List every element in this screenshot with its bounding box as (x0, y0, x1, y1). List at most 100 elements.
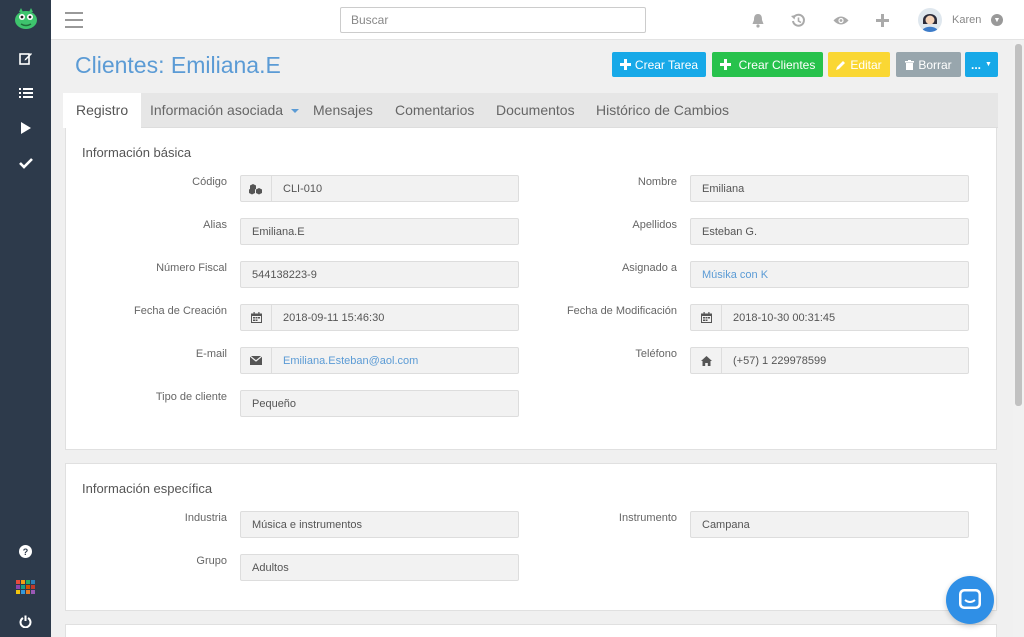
asignado-field[interactable]: Músika con K (690, 261, 969, 288)
delete-label: Borrar (918, 57, 952, 72)
app-logo-icon[interactable] (13, 6, 39, 30)
sidebar: ? (0, 0, 51, 637)
cubes-icon (241, 176, 272, 201)
section-title: Información específica (82, 481, 213, 496)
email-link[interactable]: Emiliana.Esteban@aol.com (272, 355, 418, 367)
fecha-modificacion-field[interactable]: 2018-10-30 00:31:45 (690, 304, 969, 331)
history-icon[interactable] (789, 11, 807, 29)
record-tabs: Registro Información asociada Mensajes C… (63, 93, 998, 128)
page-title: Clientes: Emiliana.E (75, 52, 281, 78)
scrollbar-thumb[interactable] (1015, 44, 1022, 406)
plus-icon (619, 59, 631, 70)
field-label: Grupo (196, 555, 227, 567)
field-label: Asignado a (621, 262, 677, 274)
tab-mensajes[interactable]: Mensajes (313, 93, 373, 128)
home-icon (691, 348, 722, 373)
field-label: Fecha de Creación (134, 305, 227, 317)
field-label: Tipo de cliente (155, 391, 227, 403)
field-value: Emiliana.E (252, 225, 305, 238)
alias-field[interactable]: Emiliana.E (240, 218, 519, 245)
more-actions-button[interactable]: ... ▼ (965, 52, 998, 77)
edit-button[interactable]: Editar (828, 52, 890, 77)
tab-historico[interactable]: Histórico de Cambios (596, 93, 729, 128)
plus-icon[interactable] (873, 11, 891, 29)
apellidos-field[interactable]: Esteban G. (690, 218, 969, 245)
nombre-field[interactable]: Emiliana (690, 175, 969, 202)
caret-down-icon: ▼ (985, 61, 992, 68)
field-value: (+57) 1 229978599 (733, 354, 827, 367)
tab-registro[interactable]: Registro (63, 93, 142, 128)
create-task-label: Crear Tarea (634, 57, 699, 72)
field-label: Número Fiscal (156, 262, 227, 274)
more-label: ... (971, 57, 982, 72)
instrumento-field[interactable]: Campana (690, 511, 969, 538)
calendar-icon (241, 305, 272, 330)
help-icon[interactable]: ? (0, 536, 51, 566)
telefono-field[interactable]: (+57) 1 229978599 (690, 347, 969, 374)
create-client-label: Crear Clientes (738, 57, 816, 72)
username[interactable]: Karen (952, 14, 981, 26)
field-value: 2018-09-11 15:46:30 (283, 311, 385, 324)
plus-icon (719, 59, 731, 70)
field-label: Instrumento (618, 512, 677, 524)
envelope-icon (241, 348, 272, 373)
tab-informacion-asociada[interactable]: Información asociada (150, 93, 300, 128)
tab-label: Información asociada (150, 102, 284, 118)
email-field[interactable]: Emiliana.Esteban@aol.com (240, 347, 519, 374)
chevron-down-icon[interactable]: ▼ (991, 14, 1003, 26)
search-input[interactable] (340, 7, 646, 33)
chat-widget-button[interactable] (946, 576, 994, 624)
field-value: Adultos (252, 561, 289, 574)
field-label: Nombre (637, 176, 677, 188)
field-value: Emiliana (702, 182, 745, 195)
grupo-field[interactable]: Adultos (240, 554, 519, 581)
calendar-icon (691, 305, 722, 330)
asignado-link[interactable]: Músika con K (691, 269, 768, 281)
check-icon[interactable] (0, 148, 51, 178)
field-value: Música e instrumentos (252, 518, 363, 531)
field-label: E-mail (195, 348, 227, 360)
fecha-creacion-field[interactable]: 2018-09-11 15:46:30 (240, 304, 519, 331)
trash-icon (905, 59, 915, 70)
next-panel (65, 624, 997, 637)
tab-comentarios[interactable]: Comentarios (395, 93, 474, 128)
field-value: 544138223-9 (252, 268, 317, 281)
field-value: Pequeño (252, 397, 297, 410)
power-icon[interactable] (0, 606, 51, 636)
svg-text:?: ? (23, 547, 29, 557)
user-avatar-icon[interactable] (918, 8, 942, 32)
hamburger-icon[interactable] (65, 12, 83, 28)
pencil-icon (836, 60, 846, 70)
field-value: Campana (702, 518, 750, 531)
edit-label: Editar (850, 57, 882, 72)
field-label: Apellidos (632, 219, 677, 231)
field-label: Código (192, 176, 227, 188)
bell-icon[interactable] (749, 11, 767, 29)
field-label: Teléfono (635, 348, 677, 360)
apps-icon[interactable] (0, 572, 51, 602)
specific-info-panel: Información específica Industria Música … (65, 463, 997, 611)
delete-button[interactable]: Borrar (896, 52, 961, 77)
caret-down-icon (291, 109, 300, 114)
top-navbar: Karen ▼ (51, 0, 1024, 40)
numero-fiscal-field[interactable]: 544138223-9 (240, 261, 519, 288)
eye-icon[interactable] (832, 11, 850, 29)
list-icon[interactable] (0, 78, 51, 108)
section-title: Información básica (82, 145, 192, 160)
industria-field[interactable]: Música e instrumentos (240, 511, 519, 538)
chat-icon (959, 589, 981, 609)
field-value: CLI-010 (283, 182, 323, 195)
field-label: Alias (203, 219, 227, 231)
create-task-button[interactable]: Crear Tarea (612, 52, 706, 77)
create-client-button[interactable]: Crear Clientes (712, 52, 823, 77)
basic-info-panel: Información básica Código CLI-010 Nombre… (65, 128, 997, 450)
field-label: Industria (184, 512, 227, 524)
play-icon[interactable] (0, 113, 51, 143)
tab-documentos[interactable]: Documentos (496, 93, 575, 128)
field-value: 2018-10-30 00:31:45 (733, 311, 836, 324)
codigo-field[interactable]: CLI-010 (240, 175, 519, 202)
edit-icon[interactable] (0, 43, 51, 73)
field-label: Fecha de Modificación (566, 305, 677, 317)
field-value: Esteban G. (702, 225, 758, 238)
tipo-cliente-field[interactable]: Pequeño (240, 390, 519, 417)
